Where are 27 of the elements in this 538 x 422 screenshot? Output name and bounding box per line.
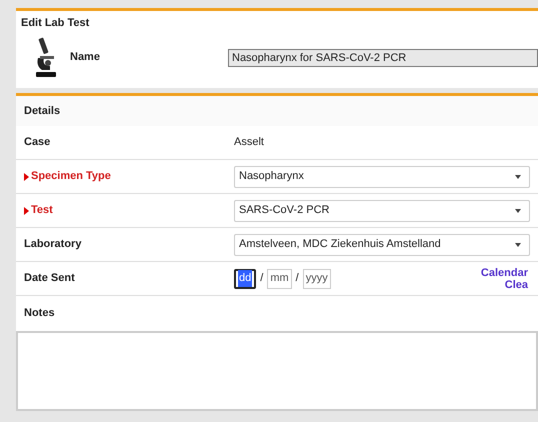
field-label: Laboratory	[24, 237, 82, 252]
date-separator: /	[260, 271, 264, 286]
field-label: Test	[31, 203, 53, 218]
field-label: Case	[24, 135, 50, 150]
caret-icon	[515, 174, 521, 178]
date-separator: /	[296, 271, 299, 286]
dropdown[interactable]: Amstelveen, MDC Ziekenhuis Amstelland	[234, 234, 530, 256]
field-label: Date Sent	[24, 271, 75, 286]
dropdown[interactable]: Nasopharynx	[234, 166, 530, 188]
field-value: Asselt	[234, 135, 264, 150]
section-title: Details	[16, 96, 538, 126]
dropdown[interactable]: SARS-CoV-2 PCR	[234, 200, 530, 222]
required-marker-icon	[24, 206, 29, 214]
field-label: Name	[70, 50, 101, 66]
date-part-field[interactable]: yyyy	[302, 268, 331, 288]
date-part-field[interactable]: mm	[267, 268, 292, 288]
date-part-field[interactable]: dd	[234, 268, 256, 288]
panel-title: Edit Lab Test	[20, 16, 90, 31]
link[interactable]: Calendar	[480, 266, 528, 278]
caret-icon	[515, 208, 521, 212]
field-label: Specimen Type	[31, 169, 111, 184]
name-field[interactable]: Nasopharynx for SARS-CoV-2 PCR	[228, 48, 538, 66]
required-marker-icon	[24, 172, 29, 180]
link[interactable]: Clea	[504, 278, 528, 290]
caret-icon	[515, 242, 521, 246]
notes-textarea[interactable]	[16, 330, 538, 410]
field-label: Notes	[23, 306, 56, 321]
